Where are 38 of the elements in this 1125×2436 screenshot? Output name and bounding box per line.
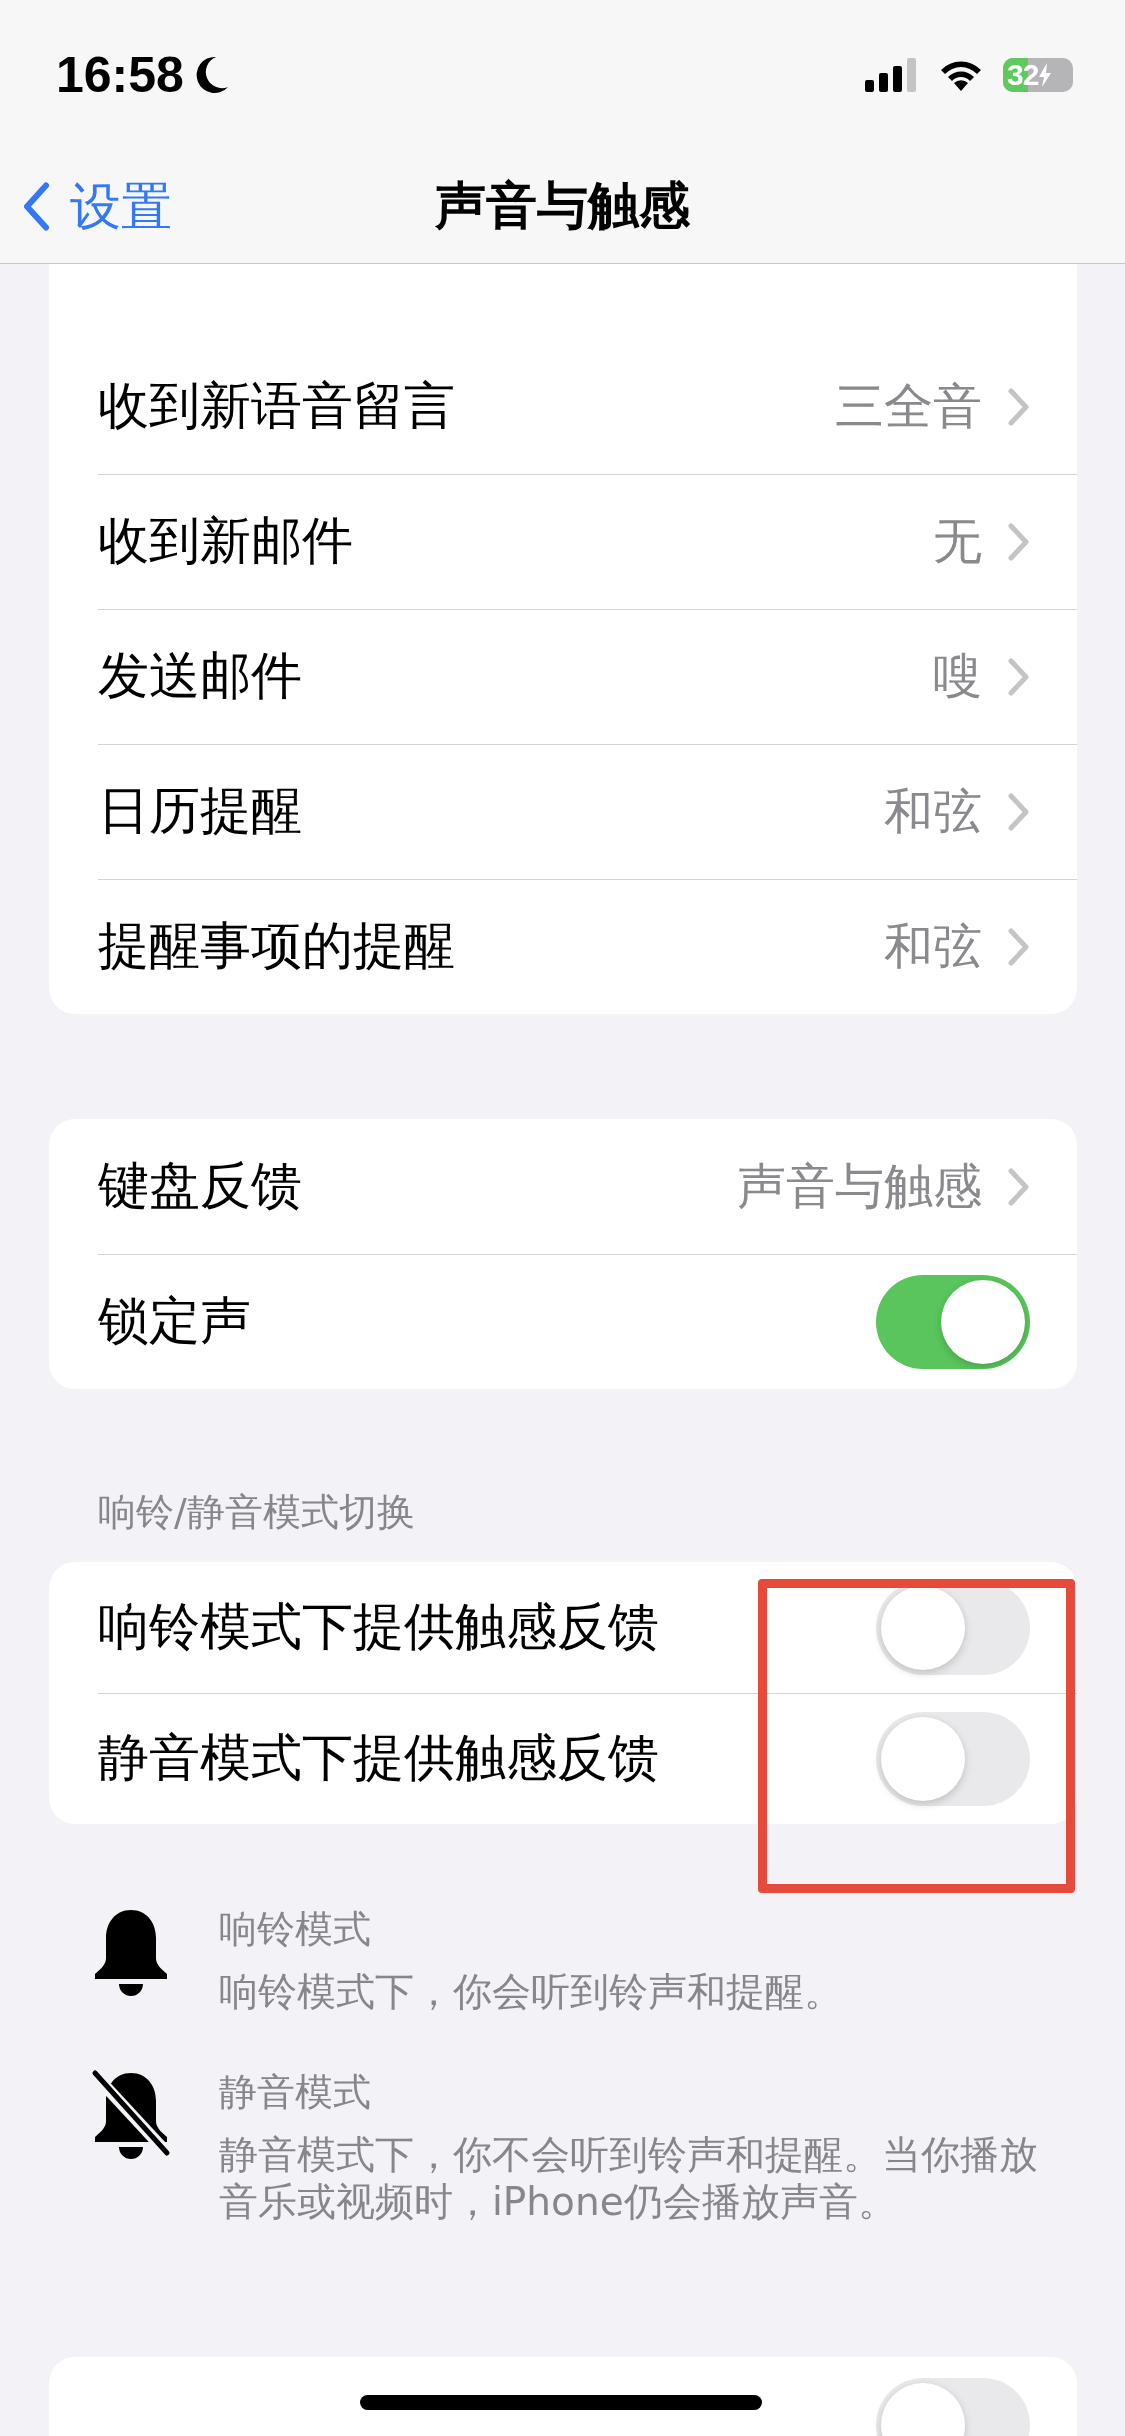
note-title: 静音模式	[219, 2069, 372, 2116]
row-label: 锁定声	[98, 1290, 252, 1352]
row-value: 和弦	[884, 916, 982, 977]
settings-row[interactable]: 收到新语音留言 三全音	[49, 339, 1077, 474]
settings-row[interactable]: 收到新邮件 无	[49, 474, 1077, 609]
row-value: 和弦	[884, 781, 982, 842]
settings-row[interactable]: 键盘反馈 声音与触感	[49, 1119, 1077, 1254]
row-label: 发送邮件	[98, 645, 303, 707]
chevron-icon	[1008, 657, 1030, 696]
bell-slash-icon	[90, 2067, 172, 2161]
chevron-icon	[1008, 927, 1030, 966]
note-text: 响铃模式下，你会听到铃声和提醒。	[219, 1968, 844, 2015]
chevron-icon	[1008, 792, 1030, 831]
row-value: 三全音	[835, 376, 982, 437]
note-title: 响铃模式	[219, 1906, 372, 1953]
back-button[interactable]: 设置	[22, 172, 172, 241]
row-label: 收到新邮件	[98, 510, 354, 572]
settings-row[interactable]: 发送邮件 嗖	[49, 609, 1077, 744]
note-text: 静音模式下，你不会听到铃声和提醒。当你播放音乐或视频时，iPhone仍会播放声音。	[219, 2131, 1039, 2225]
settings-row[interactable]: 提醒事项的提醒 和弦	[49, 879, 1077, 1014]
row-label: 键盘反馈	[98, 1155, 303, 1217]
page-title: 声音与触感	[435, 175, 690, 237]
row-value: 声音与触感	[737, 1156, 982, 1217]
signal-icon	[865, 58, 919, 92]
row-value: 无	[933, 511, 982, 572]
row-label: 提醒事项的提醒	[98, 915, 456, 977]
row-label: 静音模式下提供触感反馈	[98, 1727, 660, 1789]
section-header: 响铃/静音模式切换	[97, 1489, 416, 1536]
chevron-icon	[1008, 387, 1030, 426]
chevron-icon	[1008, 522, 1030, 561]
row-label: 收到新语音留言	[98, 375, 456, 437]
settings-row[interactable]: 日历提醒 和弦	[49, 744, 1077, 879]
chevron-icon	[1008, 1167, 1030, 1206]
row-label: 响铃模式下提供触感反馈	[98, 1596, 660, 1658]
status-time: 16:58	[56, 46, 184, 104]
row-value: 嗖	[933, 646, 982, 707]
back-chevron-icon	[22, 181, 50, 232]
row-label: 日历提醒	[98, 780, 303, 842]
